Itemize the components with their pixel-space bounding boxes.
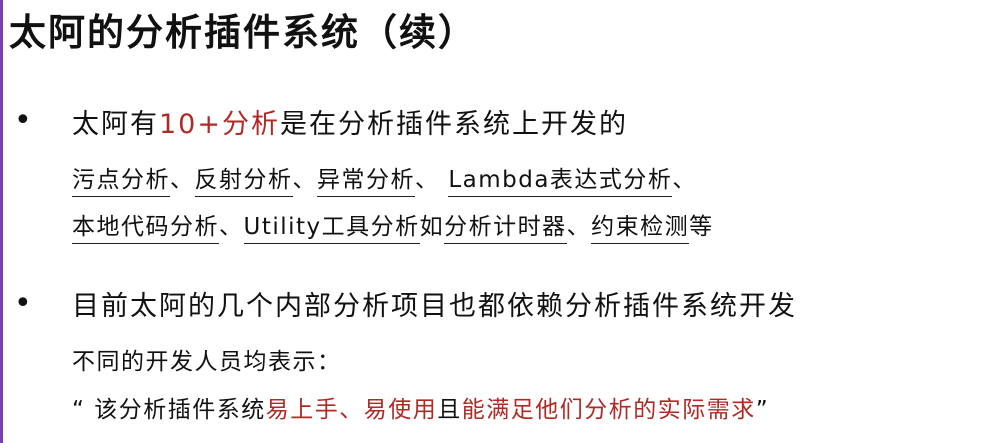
- analysis-reflection: 反射分析: [194, 160, 293, 197]
- analysis-lambda: Lambda表达式分析: [448, 160, 673, 197]
- bullet-2-text: 目前太阿的几个内部分析项目也都依赖分析插件系统开发: [72, 291, 797, 322]
- bullet-2-marker: •: [14, 286, 32, 321]
- analysis-taint: 污点分析: [72, 160, 170, 197]
- bullet-1-highlight: 10+分析: [159, 109, 280, 140]
- quote-highlight-1: 易上手、易使用: [265, 397, 438, 423]
- bullet-2-quote: “ 该分析插件系统易上手、易使用且能满足他们分析的实际需求”: [72, 390, 769, 424]
- quote-part-2: 且: [437, 397, 462, 423]
- separator: 、: [415, 167, 449, 193]
- separator: 、: [672, 167, 697, 193]
- quote-highlight-2: 能满足他们分析的实际需求: [461, 397, 756, 423]
- bullet-1-text: 太阿有10+分析是在分析插件系统上开发的: [72, 102, 628, 141]
- bullet-1-marker: •: [14, 103, 32, 138]
- separator: 、: [170, 167, 195, 193]
- analysis-exception: 异常分析: [317, 160, 415, 197]
- analysis-utility-tools: Utility工具分析: [243, 207, 420, 244]
- bullet-1-analyses-line-2: 本地代码分析、Utility工具分析如分析计时器、约束检测等: [72, 207, 714, 244]
- quote-open-mark: “: [72, 397, 95, 423]
- bullet-1-prefix: 太阿有: [72, 109, 159, 140]
- analysis-native-code: 本地代码分析: [72, 207, 219, 244]
- quote-close-mark: ”: [755, 397, 770, 423]
- slide-title: 太阿的分析插件系统（续）: [9, 11, 477, 54]
- bullet-1-analyses-line-1: 污点分析、反射分析、异常分析、 Lambda表达式分析、: [72, 160, 697, 197]
- analysis-timer: 分析计时器: [444, 207, 567, 244]
- slide-left-accent-bar: [0, 0, 3, 443]
- quote-part-1: 该分析插件系统: [94, 397, 266, 423]
- separator: 、: [292, 167, 317, 193]
- separator: 、: [566, 214, 592, 240]
- text-such-as: 如: [419, 214, 445, 240]
- bullet-2-subtext: 不同的开发人员均表示：: [72, 349, 342, 375]
- separator: 、: [219, 214, 244, 240]
- bullet-1-suffix: 是在分析插件系统上开发的: [279, 109, 628, 140]
- text-etc: 等: [689, 214, 714, 240]
- analysis-constraint-check: 约束检测: [591, 207, 690, 244]
